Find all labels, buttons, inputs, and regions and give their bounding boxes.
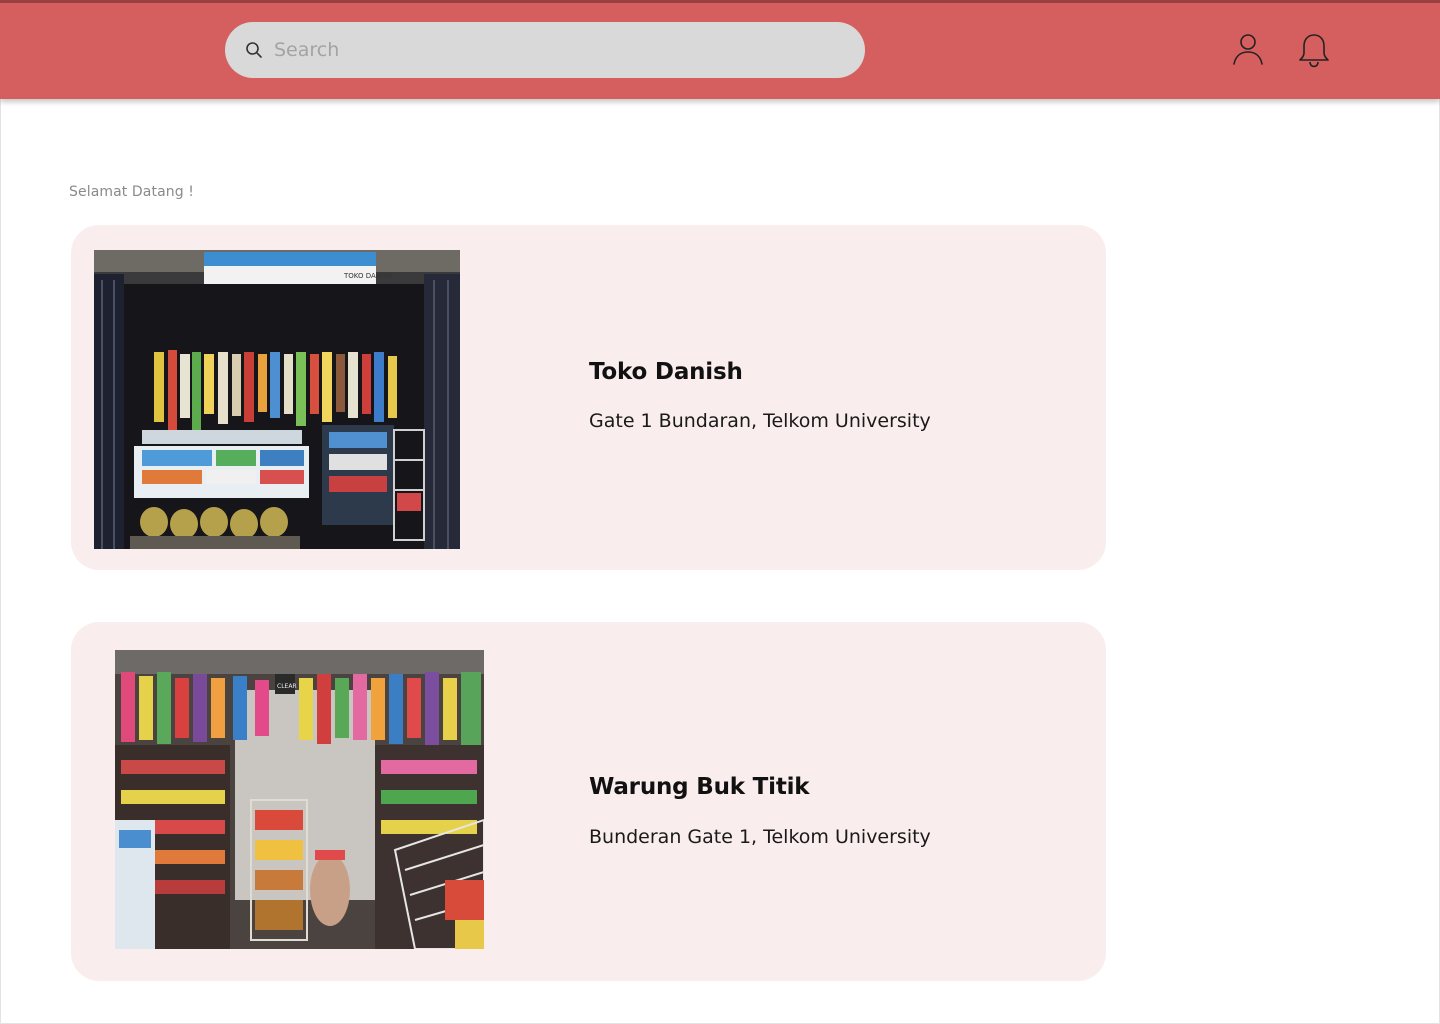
store-photo: TOKO DANISH [94, 250, 460, 549]
search-bar[interactable] [225, 22, 865, 78]
user-icon [1231, 32, 1265, 70]
photo-sign-text: TOKO DANISH [343, 272, 393, 280]
store-photo: CLEAR [115, 650, 484, 949]
store-card[interactable]: CLEAR Warung Buk Titik Bunderan Gate 1, … [71, 622, 1106, 981]
search-icon [243, 39, 265, 61]
bell-icon [1297, 32, 1331, 72]
store-address: Bunderan Gate 1, Telkom University [589, 826, 931, 848]
store-name[interactable]: Warung Buk Titik [589, 774, 810, 800]
greeting-text: Selamat Datang ! [69, 184, 194, 200]
top-navigation-bar [0, 0, 1440, 99]
store-card[interactable]: TOKO DANISH Toko Danish Gate 1 Bundaran,… [71, 225, 1106, 570]
notifications-button[interactable] [1294, 32, 1334, 72]
photo-sign-text: CLEAR [277, 683, 297, 690]
user-profile-button[interactable] [1228, 31, 1268, 71]
search-input[interactable] [274, 39, 834, 61]
store-name[interactable]: Toko Danish [589, 359, 743, 385]
store-address: Gate 1 Bundaran, Telkom University [589, 410, 931, 432]
